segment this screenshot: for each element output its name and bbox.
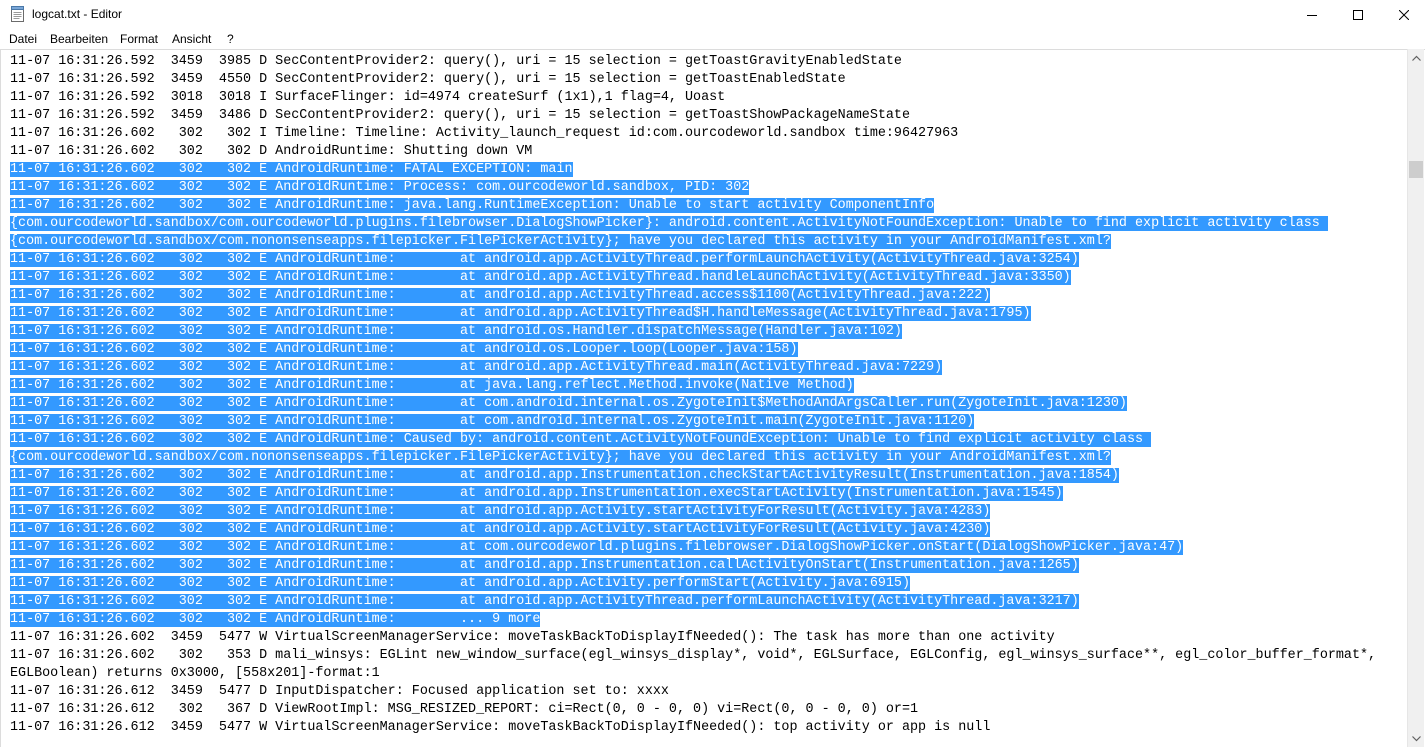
text-line: 11-07 16:31:26.602 302 302 E AndroidRunt… xyxy=(10,395,1127,413)
menu-help[interactable]: ? xyxy=(227,32,234,46)
text-line: 11-07 16:31:26.602 302 302 E AndroidRunt… xyxy=(10,251,1079,269)
close-icon xyxy=(1399,9,1409,20)
text-line: 11-07 16:31:26.592 3018 3018 I SurfaceFl… xyxy=(10,89,725,107)
scroll-up-button[interactable] xyxy=(1408,49,1425,66)
selected-text: 11-07 16:31:26.602 302 302 E AndroidRunt… xyxy=(10,612,541,627)
minimize-button[interactable] xyxy=(1289,0,1335,29)
selected-text: 11-07 16:31:26.602 302 302 E AndroidRunt… xyxy=(10,324,902,339)
text-line: 11-07 16:31:26.602 302 302 E AndroidRunt… xyxy=(10,197,935,215)
selected-text: 11-07 16:31:26.602 302 302 E AndroidRunt… xyxy=(10,378,854,393)
selected-text: 11-07 16:31:26.602 302 302 E AndroidRunt… xyxy=(10,558,1079,573)
menu-file[interactable]: Datei xyxy=(9,32,37,46)
chevron-up-icon xyxy=(1412,55,1421,61)
text-line: 11-07 16:31:26.602 302 302 E AndroidRunt… xyxy=(10,413,975,431)
text-line: 11-07 16:31:26.602 302 302 E AndroidRunt… xyxy=(10,377,854,395)
line-text: EGLBoolean) returns 0x3000, [558x201]-fo… xyxy=(10,666,380,681)
line-text: 11-07 16:31:26.612 302 367 D ViewRootImp… xyxy=(10,702,919,717)
line-text: 11-07 16:31:26.602 3459 5477 W VirtualSc… xyxy=(10,630,1055,645)
menu-view[interactable]: Ansicht xyxy=(172,32,211,46)
minimize-icon xyxy=(1307,14,1317,16)
selected-text: 11-07 16:31:26.602 302 302 E AndroidRunt… xyxy=(10,432,1152,447)
selected-text: 11-07 16:31:26.602 302 302 E AndroidRunt… xyxy=(10,180,750,195)
text-line: 11-07 16:31:26.602 302 302 E AndroidRunt… xyxy=(10,467,1119,485)
text-line: 11-07 16:31:26.602 302 302 E AndroidRunt… xyxy=(10,323,902,341)
text-line: 11-07 16:31:26.602 302 302 E AndroidRunt… xyxy=(10,179,750,197)
selected-text: 11-07 16:31:26.602 302 302 E AndroidRunt… xyxy=(10,288,991,303)
text-line: {com.ourcodeworld.sandbox/com.nononsense… xyxy=(10,233,1111,251)
line-text: 11-07 16:31:26.602 302 353 D mali_winsys… xyxy=(10,648,1377,663)
selected-text: 11-07 16:31:26.602 302 302 E AndroidRunt… xyxy=(10,396,1127,411)
text-line: {com.ourcodeworld.sandbox/com.nononsense… xyxy=(10,449,1111,467)
text-line: EGLBoolean) returns 0x3000, [558x201]-fo… xyxy=(10,665,380,683)
selected-text: {com.ourcodeworld.sandbox/com.nononsense… xyxy=(10,234,1111,249)
text-line: 11-07 16:31:26.602 302 302 E AndroidRunt… xyxy=(10,359,943,377)
text-line: 11-07 16:31:26.602 302 302 E AndroidRunt… xyxy=(10,161,573,179)
selected-text: 11-07 16:31:26.602 302 302 E AndroidRunt… xyxy=(10,342,798,357)
text-editor-area[interactable]: 11-07 16:31:26.592 3459 3985 D SecConten… xyxy=(0,49,1425,747)
selected-text: 11-07 16:31:26.602 302 302 E AndroidRunt… xyxy=(10,162,573,177)
line-text: 11-07 16:31:26.592 3459 4550 D SecConten… xyxy=(10,72,846,87)
text-line: 11-07 16:31:26.592 3459 3486 D SecConten… xyxy=(10,107,910,125)
text-line: 11-07 16:31:26.602 302 302 D AndroidRunt… xyxy=(10,143,532,161)
text-line: 11-07 16:31:26.602 302 302 E AndroidRunt… xyxy=(10,287,991,305)
text-line: 11-07 16:31:26.602 302 302 E AndroidRunt… xyxy=(10,521,991,539)
text-line: 11-07 16:31:26.612 302 367 D ViewRootImp… xyxy=(10,701,918,719)
line-text: 11-07 16:31:26.602 302 302 D AndroidRunt… xyxy=(10,144,533,159)
selected-text: 11-07 16:31:26.602 302 302 E AndroidRunt… xyxy=(10,414,975,429)
text-line: 11-07 16:31:26.602 302 302 E AndroidRunt… xyxy=(10,557,1079,575)
selected-text: 11-07 16:31:26.602 302 302 E AndroidRunt… xyxy=(10,576,910,591)
text-line: 11-07 16:31:26.602 302 302 E AndroidRunt… xyxy=(10,341,798,359)
line-text: 11-07 16:31:26.592 3018 3018 I SurfaceFl… xyxy=(10,90,726,105)
selected-text: 11-07 16:31:26.602 302 302 E AndroidRunt… xyxy=(10,504,991,519)
text-line: 11-07 16:31:26.602 302 302 E AndroidRunt… xyxy=(10,539,1184,557)
text-line: 11-07 16:31:26.602 302 302 E AndroidRunt… xyxy=(10,503,991,521)
selected-text: 11-07 16:31:26.602 302 302 E AndroidRunt… xyxy=(10,270,1071,285)
text-line: {com.ourcodeworld.sandbox/com.ourcodewor… xyxy=(10,215,1328,233)
selected-text: 11-07 16:31:26.602 302 302 E AndroidRunt… xyxy=(10,306,1031,321)
text-line: 11-07 16:31:26.592 3459 4550 D SecConten… xyxy=(10,71,846,89)
chevron-down-icon xyxy=(1412,735,1421,741)
text-line: 11-07 16:31:26.602 302 302 E AndroidRunt… xyxy=(10,485,1063,503)
maximize-icon xyxy=(1353,9,1363,20)
title-bar: logcat.txt - Editor xyxy=(0,0,1427,29)
text-line: 11-07 16:31:26.602 3459 5477 W VirtualSc… xyxy=(10,629,1055,647)
text-line: 11-07 16:31:26.612 3459 5477 W VirtualSc… xyxy=(10,719,990,737)
selected-text: 11-07 16:31:26.602 302 302 E AndroidRunt… xyxy=(10,198,935,213)
text-line: 11-07 16:31:26.602 302 302 I Timeline: T… xyxy=(10,125,958,143)
text-line: 11-07 16:31:26.602 302 302 E AndroidRunt… xyxy=(10,575,910,593)
line-text: 11-07 16:31:26.592 3459 3486 D SecConten… xyxy=(10,108,910,123)
line-text: 11-07 16:31:26.602 302 302 I Timeline: T… xyxy=(10,126,959,141)
line-text: 11-07 16:31:26.612 3459 5477 W VirtualSc… xyxy=(10,720,991,735)
close-button[interactable] xyxy=(1381,0,1427,29)
selected-text: 11-07 16:31:26.602 302 302 E AndroidRunt… xyxy=(10,486,1063,501)
text-line: 11-07 16:31:26.612 3459 5477 D InputDisp… xyxy=(10,683,669,701)
text-line: 11-07 16:31:26.602 302 302 E AndroidRunt… xyxy=(10,593,1079,611)
maximize-button[interactable] xyxy=(1335,0,1381,29)
menu-edit[interactable]: Bearbeiten xyxy=(50,32,108,46)
selected-text: 11-07 16:31:26.602 302 302 E AndroidRunt… xyxy=(10,468,1119,483)
menu-bar: Datei Bearbeiten Format Ansicht ? xyxy=(0,29,1427,49)
vertical-scrollbar[interactable] xyxy=(1407,49,1424,747)
line-text: 11-07 16:31:26.612 3459 5477 D InputDisp… xyxy=(10,684,669,699)
selected-text: 11-07 16:31:26.602 302 302 E AndroidRunt… xyxy=(10,540,1184,555)
selected-text: 11-07 16:31:26.602 302 302 E AndroidRunt… xyxy=(10,594,1079,609)
text-line: 11-07 16:31:26.602 302 353 D mali_winsys… xyxy=(10,647,1376,665)
text-line: 11-07 16:31:26.602 302 302 E AndroidRunt… xyxy=(10,305,1031,323)
line-text: 11-07 16:31:26.592 3459 3985 D SecConten… xyxy=(10,54,902,69)
window-title: logcat.txt - Editor xyxy=(32,7,123,21)
selected-text: {com.ourcodeworld.sandbox/com.ourcodewor… xyxy=(10,216,1328,231)
selected-text: 11-07 16:31:26.602 302 302 E AndroidRunt… xyxy=(10,360,943,375)
selected-text: 11-07 16:31:26.602 302 302 E AndroidRunt… xyxy=(10,522,991,537)
scroll-down-button[interactable] xyxy=(1408,730,1425,747)
text-line: 11-07 16:31:26.602 302 302 E AndroidRunt… xyxy=(10,611,541,629)
text-line: 11-07 16:31:26.602 302 302 E AndroidRunt… xyxy=(10,269,1071,287)
text-line: 11-07 16:31:26.602 302 302 E AndroidRunt… xyxy=(10,431,1152,449)
notepad-icon xyxy=(11,6,24,22)
text-line: 11-07 16:31:26.592 3459 3985 D SecConten… xyxy=(10,53,902,71)
menu-format[interactable]: Format xyxy=(120,32,158,46)
selected-text: {com.ourcodeworld.sandbox/com.nononsense… xyxy=(10,450,1111,465)
scroll-thumb[interactable] xyxy=(1409,161,1423,178)
selected-text: 11-07 16:31:26.602 302 302 E AndroidRunt… xyxy=(10,252,1079,267)
